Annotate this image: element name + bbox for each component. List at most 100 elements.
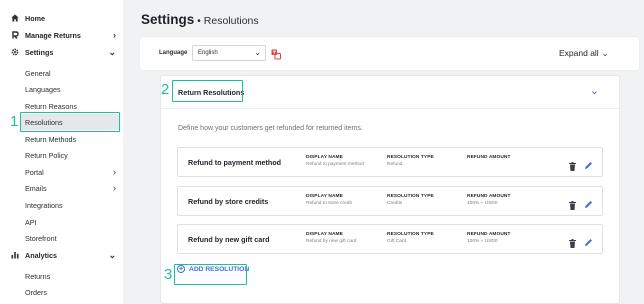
sidebar-item-label: Return Policy — [25, 150, 68, 160]
highlight-box-panel-title — [172, 80, 243, 102]
sidebar-item-label: Return Reasons — [25, 101, 77, 111]
sidebar-item-storefront[interactable]: Storefront — [0, 230, 123, 246]
divider — [161, 108, 619, 109]
sidebar-item-returns[interactable]: Returns — [0, 268, 123, 284]
chevron-down-icon: ⌄ — [254, 48, 261, 57]
display-name-column: DISPLAY NAME Refund by new gift card — [306, 232, 356, 244]
column-header: RESOLUTION TYPE — [387, 194, 434, 199]
sidebar-item-manage-returns[interactable]: Manage Returns › — [0, 27, 123, 43]
chevron-right-icon: › — [113, 182, 116, 193]
column-header: DISPLAY NAME — [306, 232, 343, 237]
resolution-type-column: RESOLUTION TYPE Credits — [387, 194, 434, 206]
sidebar-item-label: Manage Returns — [25, 30, 81, 40]
refund-amount-column: REFUND AMOUNT 100% + USD0 — [467, 194, 511, 206]
chevron-down-icon[interactable]: ⌄ — [590, 84, 599, 97]
refund-amount-column: REFUND AMOUNT 100% + USD0 — [467, 232, 511, 244]
resolution-card-payment-method[interactable]: Refund to payment method DISPLAY NAME Re… — [177, 147, 603, 177]
resolution-name: Refund to payment method — [188, 158, 282, 167]
sidebar-item-api[interactable]: API — [0, 214, 123, 230]
chevron-down-icon: ⌄ — [108, 46, 116, 57]
column-value: 100% + USD0 — [467, 201, 498, 206]
sidebar-item-label: API — [25, 217, 37, 227]
translate-icon[interactable] — [271, 47, 281, 60]
sidebar-item-label: Returns — [25, 271, 51, 281]
sidebar-item-emails[interactable]: Emails › — [0, 180, 123, 196]
resolution-card-gift-card[interactable]: Refund by new gift card DISPLAY NAME Ref… — [177, 224, 603, 254]
sidebar-item-general[interactable]: General — [0, 65, 123, 81]
column-value: Refund to payment method — [306, 162, 364, 167]
sidebar-item-label: Settings — [25, 47, 54, 57]
pencil-icon[interactable] — [584, 196, 593, 208]
annotation-number-2: 2 — [161, 81, 170, 98]
refund-amount-column: REFUND AMOUNT — [467, 155, 511, 162]
sidebar-item-label: Storefront — [25, 233, 57, 243]
column-header: REFUND AMOUNT — [467, 194, 511, 199]
sidebar-item-analytics[interactable]: Analytics ⌄ — [0, 247, 123, 263]
column-value: Refund by new gift card — [306, 239, 357, 244]
gear-icon — [11, 48, 19, 56]
resolution-type-column: RESOLUTION TYPE Gift Card — [387, 232, 434, 244]
double-chevron-down-icon: ⌄ — [601, 49, 609, 58]
annotation-number-1: 1 — [10, 113, 19, 130]
sidebar-item-return-policy[interactable]: Return Policy — [0, 147, 123, 163]
column-header: RESOLUTION TYPE — [387, 232, 434, 237]
sidebar-item-label: Portal — [25, 167, 44, 177]
resolution-name: Refund by new gift card — [188, 235, 270, 244]
sidebar-item-label: Home — [25, 13, 45, 23]
expand-all-label: Expand all — [559, 48, 599, 58]
display-name-column: DISPLAY NAME Refund to payment method — [306, 155, 364, 167]
trash-icon[interactable] — [569, 158, 576, 171]
page-title-main: Settings — [141, 12, 195, 27]
sidebar-item-orders[interactable]: Orders — [0, 284, 123, 300]
sidebar-item-label: Return Methods — [25, 134, 77, 144]
sidebar-item-label: Orders — [25, 287, 47, 297]
language-toolbar: Language English ⌄ Expand all ⌄ — [140, 37, 639, 70]
column-header: DISPLAY NAME — [306, 155, 343, 160]
column-value: Refund — [387, 162, 403, 167]
display-name-column: DISPLAY NAME Refund to store credit — [306, 194, 352, 206]
pencil-icon[interactable] — [584, 234, 593, 246]
chevron-right-icon: › — [113, 166, 116, 177]
sidebar-item-return-methods[interactable]: Return Methods — [0, 131, 123, 147]
sidebar-item-home[interactable]: Home — [0, 10, 123, 26]
sidebar-item-label: Analytics — [25, 250, 57, 260]
language-label: Language — [159, 50, 188, 56]
highlight-box-add-resolution — [174, 264, 247, 285]
home-icon — [11, 14, 19, 22]
column-value: Credits — [387, 201, 403, 206]
column-header: DISPLAY NAME — [306, 194, 343, 199]
column-header: RESOLUTION TYPE — [387, 155, 434, 160]
panel-description: Define how your customers get refunded f… — [178, 125, 363, 132]
sidebar-item-label: Emails — [25, 183, 47, 193]
column-value: 100% + USD0 — [467, 239, 498, 244]
column-header: REFUND AMOUNT — [467, 232, 511, 237]
resolution-name: Refund by store credits — [188, 197, 269, 206]
annotation-number-3: 3 — [164, 266, 173, 283]
chevron-right-icon: › — [113, 29, 116, 40]
sidebar-item-label: Integrations — [25, 200, 63, 210]
sidebar-item-languages[interactable]: Languages — [0, 81, 123, 97]
column-header: REFUND AMOUNT — [467, 155, 511, 160]
sidebar: Home Manage Returns › Settings ⌄ General… — [0, 0, 123, 304]
returns-icon — [11, 31, 19, 39]
sidebar-item-label: Languages — [25, 84, 61, 94]
sidebar-item-settings[interactable]: Settings ⌄ — [0, 44, 123, 60]
language-select-value: English — [198, 50, 218, 56]
trash-icon[interactable] — [569, 197, 576, 210]
expand-all-button[interactable]: Expand all ⌄ — [559, 48, 608, 58]
page-title: Settings • Resolutions — [141, 12, 259, 27]
trash-icon[interactable] — [569, 235, 576, 248]
highlight-box-resolutions — [20, 112, 120, 132]
sidebar-item-integrations[interactable]: Integrations — [0, 197, 123, 213]
page-title-separator: • — [194, 15, 204, 27]
column-value: Gift Card — [387, 239, 407, 244]
language-select[interactable]: English ⌄ — [192, 45, 266, 61]
chevron-down-icon: ⌄ — [108, 249, 116, 260]
column-value: Refund to store credit — [306, 201, 352, 206]
sidebar-item-portal[interactable]: Portal › — [0, 164, 123, 180]
resolution-card-store-credits[interactable]: Refund by store credits DISPLAY NAME Ref… — [177, 186, 603, 216]
sidebar-item-label: General — [25, 68, 51, 78]
page-subtitle: Resolutions — [203, 15, 259, 27]
pencil-icon[interactable] — [584, 157, 593, 169]
resolution-type-column: RESOLUTION TYPE Refund — [387, 155, 434, 167]
